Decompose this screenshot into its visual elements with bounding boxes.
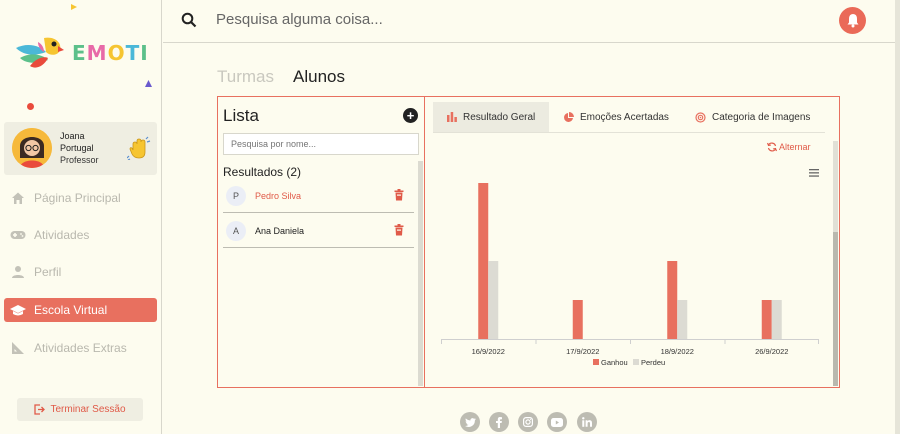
chart-area: Resultado Geral Emoções Acertadas Catego… [425, 97, 839, 387]
facebook-icon[interactable] [489, 412, 509, 432]
list-title: Lista [223, 106, 259, 125]
linkedin-icon[interactable] [577, 412, 597, 432]
student-list: Lista + Resultados (2) P Pedro Silva A A… [218, 97, 425, 387]
name-search-input[interactable] [223, 133, 419, 155]
legend-swatch-ganhou[interactable] [593, 359, 599, 365]
sidebar-item-atividades[interactable]: Atividades [4, 223, 157, 247]
instagram-icon[interactable] [518, 412, 538, 432]
brand-name: EMOTI [72, 41, 149, 65]
logout-button[interactable]: Terminar Sessão [17, 398, 143, 421]
legend-swatch-perdeu[interactable] [633, 359, 639, 365]
bar-perdeu-0[interactable] [488, 261, 499, 339]
logo[interactable]: EMOTI [14, 34, 149, 72]
person-icon [10, 264, 26, 280]
sidebar-item-perfil[interactable]: Perfil [4, 260, 157, 284]
top-bar: Pesquisa alguma coisa... [163, 0, 895, 43]
search-icon[interactable] [181, 12, 197, 28]
graduation-cap-icon [10, 302, 26, 318]
x-tick-label: 17/9/2022 [566, 347, 599, 356]
logout-label: Terminar Sessão [50, 404, 126, 415]
youtube-icon[interactable] [547, 412, 567, 432]
triangle-decoration [145, 80, 152, 87]
list-scrollbar[interactable] [418, 161, 423, 386]
results-count: Resultados (2) [223, 165, 302, 179]
avatar [12, 128, 52, 168]
students-panel: Lista + Resultados (2) P Pedro Silva A A… [217, 96, 840, 388]
bar-perdeu-3[interactable] [771, 300, 782, 339]
sidebar-item-pagina-principal[interactable]: Página Principal [4, 186, 157, 210]
dot-decoration [27, 103, 34, 110]
sidebar-item-atividades-extras[interactable]: Atividades Extras [4, 336, 157, 360]
gamepad-icon [10, 227, 26, 243]
student-name[interactable]: Pedro Silva [255, 191, 301, 201]
trash-icon[interactable] [394, 224, 404, 236]
bar-ganhou-0[interactable] [478, 183, 489, 339]
student-avatar: P [226, 185, 246, 206]
sidebar: EMOTI Joana Portugal Professor Página Pr… [0, 0, 162, 434]
twitter-icon[interactable] [460, 412, 480, 432]
ruler-triangle-icon [10, 340, 26, 356]
tab-turmas[interactable]: Turmas [217, 67, 274, 87]
bar-ganhou-2[interactable] [667, 261, 678, 339]
legend-label-perdeu: Perdeu [641, 358, 665, 367]
user-name: Joana Portugal [60, 131, 94, 153]
user-card[interactable]: Joana Portugal Professor [4, 122, 157, 175]
parrot-logo-icon [16, 37, 64, 68]
student-avatar: A [226, 220, 246, 241]
add-student-button[interactable]: + [403, 108, 418, 123]
user-role: Professor [60, 155, 99, 165]
trash-icon[interactable] [394, 189, 404, 201]
notifications-button[interactable] [839, 7, 866, 34]
list-item[interactable]: P Pedro Silva [223, 179, 414, 213]
sidebar-item-escola-virtual[interactable]: Escola Virtual [4, 298, 157, 322]
x-tick-label: 26/9/2022 [755, 347, 788, 356]
bar-chart: 16/9/2022 17/9/2022 18/9/2022 26/9/2022 Ganh… [441, 183, 819, 367]
bar-ganhou-1[interactable] [572, 300, 583, 339]
bar-ganhou-3[interactable] [761, 300, 772, 339]
tab-alunos[interactable]: Alunos [293, 67, 345, 87]
x-tick-label: 16/9/2022 [472, 347, 505, 356]
search-input[interactable]: Pesquisa alguma coisa... [216, 11, 383, 28]
x-tick-label: 18/9/2022 [661, 347, 694, 356]
page-scrollbar[interactable] [895, 0, 900, 434]
logout-icon [34, 404, 46, 415]
bar-perdeu-2[interactable] [677, 300, 688, 339]
triangle-decoration [71, 4, 77, 10]
home-icon [10, 190, 26, 206]
student-name[interactable]: Ana Daniela [255, 226, 304, 236]
waving-hand-icon [127, 136, 151, 160]
legend-label-ganhou: Ganhou [601, 358, 628, 367]
list-item[interactable]: A Ana Daniela [223, 214, 414, 248]
bell-icon [847, 14, 858, 28]
plus-icon: + [406, 108, 415, 123]
